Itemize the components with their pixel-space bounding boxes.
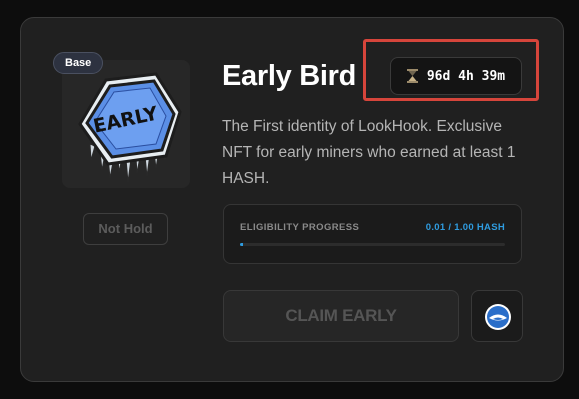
progress-fill	[240, 243, 243, 246]
progress-value: 0.01 / 1.00 HASH	[425, 222, 505, 233]
nft-title: Early Bird	[222, 60, 356, 92]
eligibility-progress: ELIGIBILITY PROGRESS 0.01 / 1.00 HASH	[223, 204, 522, 264]
chain-button[interactable]	[471, 290, 523, 342]
hold-status-button[interactable]: Not Hold	[83, 213, 168, 245]
timer-text: 96d 4h 39m	[426, 68, 506, 84]
progress-track	[240, 243, 505, 246]
claim-early-button[interactable]: CLAIM EARLY	[223, 290, 459, 342]
hourglass-icon	[406, 69, 418, 83]
countdown-timer: 96d 4h 39m	[390, 57, 522, 95]
base-logo-icon	[485, 304, 511, 330]
progress-label: ELIGIBILITY PROGRESS	[240, 222, 360, 233]
nft-description: The First identity of LookHook. Exclusiv…	[222, 118, 516, 187]
nft-image: EARLY	[62, 60, 190, 188]
chain-badge: Base	[53, 52, 104, 74]
